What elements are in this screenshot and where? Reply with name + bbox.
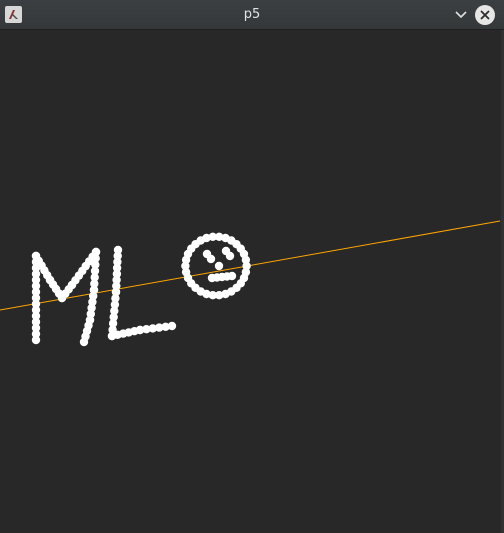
drawing-surface[interactable] [0, 30, 504, 533]
window-title: p5 [243, 7, 261, 22]
drawn-points [31, 232, 251, 347]
minimize-button[interactable] [452, 6, 470, 24]
chevron-down-icon [455, 11, 467, 19]
close-button[interactable] [475, 5, 495, 25]
sketch-canvas[interactable] [0, 30, 504, 533]
p5-window: p5 [0, 0, 504, 533]
title-bar[interactable]: p5 [0, 0, 504, 30]
drawn-point [206, 254, 216, 264]
drawn-point [241, 255, 251, 265]
drawn-point [214, 261, 224, 271]
drawn-point [227, 271, 237, 281]
drawn-point [31, 335, 41, 345]
drawn-point [225, 251, 235, 261]
close-icon [480, 10, 490, 20]
drawn-point [167, 321, 177, 331]
drawn-point [79, 337, 89, 347]
